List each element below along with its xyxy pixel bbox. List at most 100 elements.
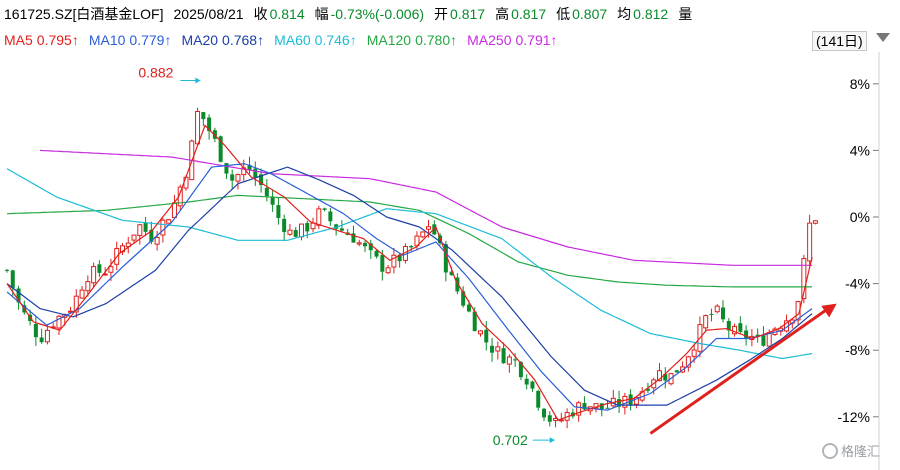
candle-body-up	[426, 226, 432, 230]
ma10-name: MA10	[88, 32, 126, 48]
ma-line-ma10	[6, 163, 813, 411]
candle-body-up	[385, 267, 391, 274]
candle-body-down	[363, 242, 368, 247]
low-price-arrow-icon	[549, 437, 555, 444]
candle-body-up	[298, 223, 304, 238]
candle-body-up	[714, 305, 720, 313]
candle-body-up	[316, 208, 322, 226]
y-tick-label: 4%	[850, 142, 870, 158]
candle-body-down	[380, 255, 385, 272]
candle-body-down	[547, 415, 552, 422]
candle-body-down	[10, 270, 15, 288]
y-tick-label: -4%	[845, 276, 870, 292]
ma120-name: MA120	[366, 32, 412, 48]
candle-body-down	[605, 407, 610, 409]
watermark: 格隆汇	[822, 441, 880, 460]
candle-body-up	[91, 266, 97, 284]
candle-body-down	[761, 335, 766, 346]
candle-body-up	[171, 202, 177, 219]
candle-body-down	[282, 218, 287, 233]
ma250-value: 0.791↑	[515, 32, 558, 48]
ma5-name: MA5	[4, 32, 33, 48]
low-value: 0.807	[572, 6, 608, 22]
ma-legend: MA5 0.795↑ MA10 0.779↑ MA20 0.768↑ MA60 …	[4, 29, 558, 51]
candle-body-down	[513, 359, 518, 361]
close-label: 收	[253, 6, 268, 22]
ma120-value: 0.780↑	[415, 32, 458, 48]
high-price-arrow-icon	[195, 77, 201, 84]
candle-body-up	[807, 222, 813, 262]
candle-body-up	[477, 330, 483, 335]
candle-body-down	[201, 112, 206, 120]
candle-body-down	[339, 228, 344, 231]
dropdown-arrow-icon[interactable]	[876, 33, 890, 42]
volume-label: 量	[678, 6, 693, 22]
security-name: 161725.SZ[白酒基金LOF]	[4, 6, 164, 22]
candle-body-up	[812, 220, 818, 224]
candle-body-up	[703, 315, 709, 329]
candle-body-up	[195, 110, 201, 145]
high-price-label: 0.882	[138, 64, 173, 80]
low-price-label: 0.702	[493, 432, 528, 448]
candle-body-down	[33, 323, 38, 338]
candle-body-up	[287, 229, 293, 235]
candle-body-down	[709, 313, 714, 315]
candle-body-up	[79, 289, 85, 299]
y-tick-label: -12%	[837, 409, 870, 425]
low-label: 低	[556, 6, 571, 22]
candle-body-down	[305, 223, 310, 232]
period-selector[interactable]: (141日)	[812, 31, 867, 51]
y-tick-label: 8%	[850, 76, 870, 92]
candle-body-down	[39, 337, 44, 343]
candle-body-down	[264, 187, 269, 197]
ma250-name: MA250	[467, 32, 512, 48]
close-value: 0.814	[269, 6, 305, 22]
y-tick-label: -8%	[845, 342, 870, 358]
candle-body-down	[374, 250, 379, 257]
quote-date: 2025/08/21	[173, 6, 244, 22]
candle-body-down	[466, 304, 471, 312]
candle-body-up	[356, 242, 362, 245]
candle-body-down	[484, 329, 489, 343]
avg-value: 0.812	[633, 6, 669, 22]
candle-body-up	[183, 176, 189, 189]
kline-chart[interactable]: 8% 4% 0% -4% -8% -12% 0.882 0.702	[0, 52, 900, 470]
candle-body-down	[536, 390, 541, 408]
candle-body-up	[235, 174, 241, 182]
candle-body-down	[293, 230, 298, 237]
candle-body-down	[224, 163, 229, 174]
candle-body-down	[721, 307, 726, 320]
open-label: 开	[434, 6, 449, 22]
candle-body-down	[5, 269, 9, 271]
ma20-value: 0.768↑	[222, 32, 265, 48]
candle-body-up	[154, 236, 160, 245]
candle-body-down	[322, 208, 327, 210]
high-label: 高	[495, 6, 510, 22]
candle-body-up	[160, 219, 166, 236]
avg-label: 均	[617, 6, 632, 22]
candle-body-down	[738, 323, 743, 332]
ma60-name: MA60	[274, 32, 311, 48]
candle-body-down	[524, 378, 529, 385]
candle-body-down	[270, 196, 275, 205]
candle-body-down	[230, 174, 235, 181]
y-tick-label: 0%	[850, 209, 870, 225]
candle-body-down	[253, 168, 258, 178]
candle-body-down	[530, 381, 535, 389]
ma60-value: 0.746↑	[314, 32, 357, 48]
candle-body-up	[44, 329, 50, 343]
candle-body-down	[328, 211, 333, 222]
candle-body-down	[143, 222, 148, 232]
candle-body-down	[97, 264, 102, 273]
candle-body-up	[495, 346, 501, 352]
candle-body-up	[85, 281, 91, 292]
candle-body-up	[108, 266, 114, 273]
quote-header: 161725.SZ[白酒基金LOF] 2025/08/21 收 0.814 幅 …	[4, 3, 692, 25]
change-value: -0.73%(-0.006)	[330, 6, 425, 22]
ma10-value: 0.779↑	[129, 32, 172, 48]
change-label: 幅	[314, 6, 329, 22]
candle-body-down	[490, 345, 495, 353]
candle-body-up	[131, 234, 137, 241]
candle-body-up	[506, 356, 512, 365]
ma20-name: MA20	[181, 32, 219, 48]
